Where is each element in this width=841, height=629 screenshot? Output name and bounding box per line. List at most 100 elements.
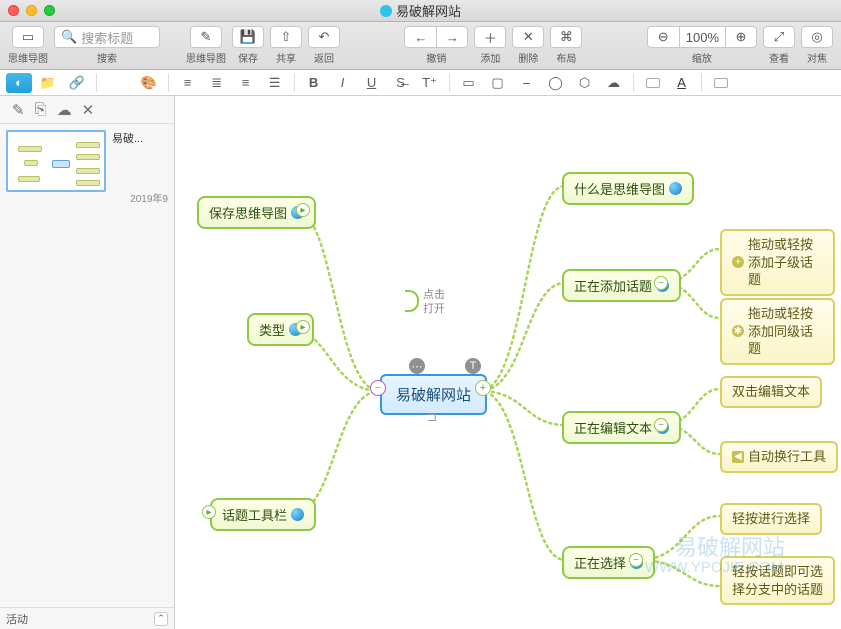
align-left-icon[interactable]: ≡	[175, 73, 201, 93]
expand-dot[interactable]: ▸	[296, 203, 310, 217]
node-text: 正在选择	[574, 553, 626, 572]
shape-circle-button[interactable]: ◯	[543, 73, 569, 93]
edit-mindmap-label: 思维导图	[186, 50, 226, 65]
italic-button[interactable]: I	[330, 73, 356, 93]
edit-mindmap-button[interactable]: ✎	[190, 26, 222, 48]
expand-dot[interactable]: −	[629, 553, 643, 567]
window-title-text: 易破解网站	[396, 1, 461, 20]
view-mode-folder[interactable]: 📁	[35, 73, 61, 93]
titlebar: 易破解网站	[0, 0, 841, 22]
text-format-button[interactable]: T⁺	[417, 73, 443, 93]
sidebar-bottom-label: 活动	[6, 611, 28, 627]
open-doc-icon[interactable]: ⎘	[35, 101, 47, 118]
add-label: 添加	[480, 50, 500, 65]
fill-color-button[interactable]	[640, 73, 666, 93]
close-window-button[interactable]	[8, 5, 19, 16]
delete-button[interactable]: ✕	[512, 26, 544, 48]
node-text: 拖动或轻按添加子级话题	[748, 236, 823, 289]
note-drag-add-child[interactable]: + 拖动或轻按添加子级话题	[720, 229, 835, 296]
expand-dot[interactable]: −	[654, 276, 668, 290]
save-button[interactable]: 💾	[232, 26, 264, 48]
node-text: 双击编辑文本	[732, 383, 810, 401]
star-icon: ✱	[732, 325, 744, 337]
node-what-is-mindmap[interactable]: 什么是思维导图	[562, 172, 694, 205]
shape-rounded-button[interactable]: ▢	[485, 73, 511, 93]
app-icon	[380, 5, 392, 17]
thumbnail-date: 2019年9	[112, 190, 168, 205]
thumbnail-title: 易破...	[112, 130, 168, 146]
node-topic-toolbar[interactable]: 话题工具栏	[210, 498, 316, 531]
close-doc-icon[interactable]: ✕	[82, 101, 95, 119]
layout-label: 布局	[556, 50, 576, 65]
focus-label: 对焦	[807, 50, 827, 65]
focus-button[interactable]: ◎	[801, 26, 833, 48]
node-text: 拖动或轻按添加同级话题	[748, 305, 823, 358]
node-text: 自动换行工具	[748, 448, 826, 466]
zoom-out-button[interactable]: ⊖	[647, 26, 679, 48]
expand-dot[interactable]: −	[654, 418, 668, 432]
zoom-value[interactable]: 100%	[679, 26, 725, 48]
note-tap-select-branch[interactable]: 轻按话题即可选择分支中的话题	[720, 556, 835, 605]
note-tap-select[interactable]: 轻按进行选择	[720, 503, 822, 535]
expand-dot[interactable]: ▸	[296, 320, 310, 334]
shape-cloud-button[interactable]: ☁	[601, 73, 627, 93]
text-color-button[interactable]: A	[669, 73, 695, 93]
collapse-indicator[interactable]: ⊐	[427, 410, 437, 424]
globe-icon	[291, 508, 304, 521]
layout-button[interactable]: ⌘	[550, 26, 582, 48]
node-text: 类型	[259, 320, 285, 339]
thumbnail-item[interactable]: 易破... 2019年9	[6, 130, 168, 205]
sidebar-expand-icon[interactable]: ⌃	[154, 612, 168, 626]
redo-button[interactable]: →	[436, 26, 468, 48]
mindmap-canvas[interactable]: 易破解网站 ⋯ T − + ⊐ 点击 打开 保存思维导图 ▸ 类型 ▸ 话题工具…	[175, 96, 841, 629]
plus-icon: +	[732, 256, 744, 268]
palette-icon[interactable]: 🎨	[136, 73, 162, 93]
window-title: 易破解网站	[0, 1, 841, 20]
node-text: 话题工具栏	[222, 505, 287, 524]
align-right-icon[interactable]: ≡	[233, 73, 259, 93]
add-button[interactable]: ＋	[474, 26, 506, 48]
align-justify-icon[interactable]: ☰	[262, 73, 288, 93]
view-mode-link[interactable]: 🔗	[64, 73, 90, 93]
underline-button[interactable]: U	[359, 73, 385, 93]
note-doubleclick-edit[interactable]: 双击编辑文本	[720, 376, 822, 408]
minimize-window-button[interactable]	[26, 5, 37, 16]
root-expand-left[interactable]: −	[370, 380, 386, 396]
bg-color-button[interactable]	[708, 73, 734, 93]
note-autowrap[interactable]: ◀ 自动换行工具	[720, 441, 838, 473]
search-icon: 🔍	[61, 29, 77, 45]
root-menu-dot[interactable]: ⋯	[409, 358, 425, 374]
root-expand-right[interactable]: +	[475, 380, 491, 396]
node-text: 轻按话题即可选择分支中的话题	[732, 563, 823, 598]
shape-hex-button[interactable]: ⬡	[572, 73, 598, 93]
align-center-icon[interactable]: ≣	[204, 73, 230, 93]
sidebar: ✎ ⎘ ☁ ✕	[0, 96, 175, 629]
search-placeholder: 搜索标题	[81, 28, 133, 47]
node-text: 保存思维导图	[209, 203, 287, 222]
root-text-dot[interactable]: T	[465, 358, 481, 374]
zoom-in-button[interactable]: ⊕	[725, 26, 757, 48]
mindmap-button[interactable]: ▭	[12, 26, 44, 48]
main-toolbar: ▭ 思维导图 🔍 搜索标题 搜索 ✎ 思维导图 💾 保存 ⇧ 共享 ↶ 返回 ←…	[0, 22, 841, 70]
share-label: 共享	[276, 50, 296, 65]
view-button[interactable]: ⤢	[763, 26, 795, 48]
search-input[interactable]: 🔍 搜索标题	[54, 26, 160, 48]
thumbnail-preview	[6, 130, 106, 192]
root-node-text: 易破解网站	[396, 384, 471, 405]
node-text: 轻按进行选择	[732, 510, 810, 528]
new-doc-icon[interactable]: ✎	[12, 101, 25, 119]
strike-button[interactable]: S̶	[388, 73, 414, 93]
shape-rect-button[interactable]: ▭	[456, 73, 482, 93]
share-button[interactable]: ⇧	[270, 26, 302, 48]
shape-line-button[interactable]: ⎯	[514, 73, 540, 93]
undo-button[interactable]: ←	[404, 26, 436, 48]
view-mode-mindmap[interactable]: ◐	[6, 73, 32, 93]
node-text: 正在添加话题	[574, 276, 652, 295]
bold-button[interactable]: B	[301, 73, 327, 93]
back-button[interactable]: ↶	[308, 26, 340, 48]
zoom-window-button[interactable]	[44, 5, 55, 16]
root-node[interactable]: 易破解网站	[380, 374, 487, 415]
expand-dot[interactable]: ▸	[202, 505, 216, 519]
cloud-icon[interactable]: ☁	[57, 101, 72, 119]
note-drag-add-sibling[interactable]: ✱ 拖动或轻按添加同级话题	[720, 298, 835, 365]
